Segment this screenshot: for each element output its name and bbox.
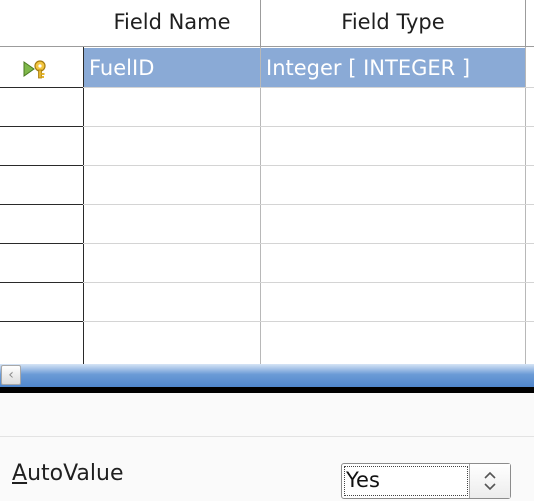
- table-row[interactable]: [0, 127, 534, 165]
- column-header-field-type[interactable]: Field Type: [261, 0, 526, 46]
- autovalue-label: AutoValue: [12, 461, 124, 486]
- table-row[interactable]: [0, 88, 534, 126]
- spin-up-down-icon[interactable]: [469, 464, 510, 498]
- field-type-cell[interactable]: Integer [ INTEGER ]: [261, 48, 525, 88]
- autovalue-select[interactable]: Yes: [341, 463, 511, 499]
- column-header-field-name[interactable]: Field Name: [84, 0, 261, 46]
- field-name-cell[interactable]: FuelID: [84, 48, 260, 88]
- grid-header: Field Name Field Type: [0, 0, 534, 47]
- table-row[interactable]: [0, 322, 534, 364]
- field-properties-panel: AutoValue Yes: [0, 393, 534, 501]
- divider: [0, 436, 534, 437]
- field-grid[interactable]: Field Name Field Type FuelID Integer [ I…: [0, 0, 534, 364]
- table-row[interactable]: [0, 244, 534, 282]
- horizontal-scrollbar[interactable]: ‹: [0, 364, 534, 387]
- primary-key-cursor-icon: [23, 60, 46, 79]
- scroll-left-arrow-icon[interactable]: ‹: [1, 365, 21, 385]
- autovalue-value: Yes: [346, 468, 380, 492]
- table-row[interactable]: [0, 283, 534, 321]
- table-row[interactable]: [0, 166, 534, 204]
- table-row[interactable]: [0, 205, 534, 243]
- chevron-up-down-icon: [484, 471, 496, 491]
